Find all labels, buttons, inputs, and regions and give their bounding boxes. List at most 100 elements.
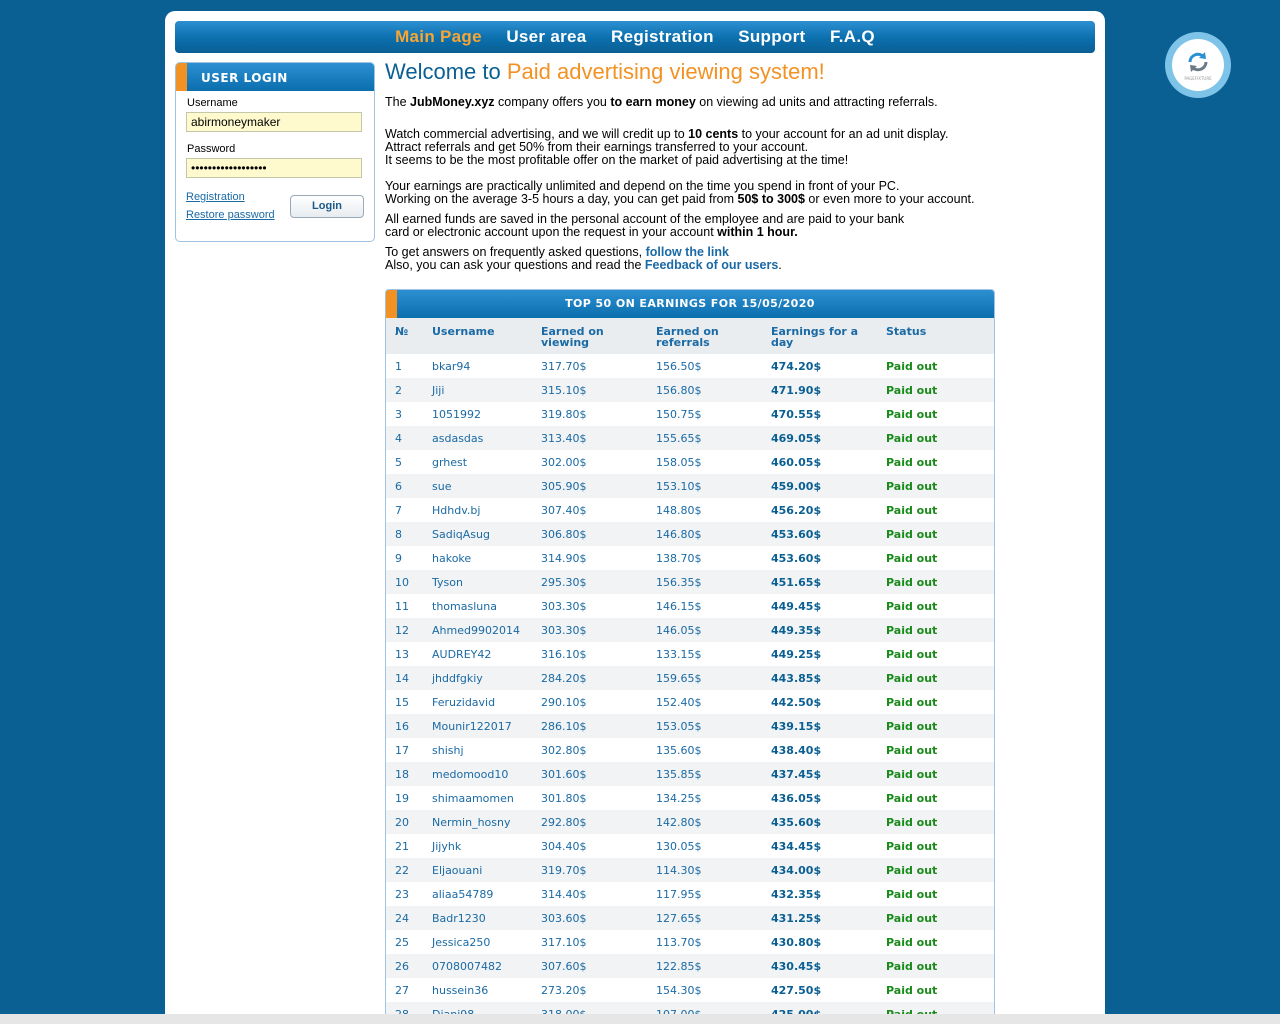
cell-username[interactable]: medomood10 xyxy=(432,768,508,781)
cell-username[interactable]: Ahmed9902014 xyxy=(432,624,520,637)
restore-password-link[interactable]: Restore password xyxy=(186,209,275,221)
username-input[interactable] xyxy=(186,112,362,132)
cell-status: Paid out xyxy=(886,816,938,829)
cell-earned-viewing: 301.60$ xyxy=(541,768,587,781)
cell-username[interactable]: Hdhdv.bj xyxy=(432,504,480,517)
nav-registration[interactable]: Registration xyxy=(611,21,714,53)
cell-status: Paid out xyxy=(886,936,938,949)
header-accent xyxy=(386,290,397,318)
cell-username[interactable]: Jiji xyxy=(432,384,444,397)
intro-text-b: company offers you xyxy=(494,95,611,109)
cell-earned-referrals: 142.80$ xyxy=(656,816,702,829)
cell-earned-viewing: 303.30$ xyxy=(541,624,587,637)
cell-username[interactable]: jhddfgkiy xyxy=(432,672,483,685)
cell-username[interactable]: hussein36 xyxy=(432,984,488,997)
faq-link[interactable]: follow the link xyxy=(646,245,729,259)
cell-username[interactable]: Tyson xyxy=(432,576,463,589)
table-row: 26 0708007482 307.60$ 122.85$ 430.45$ Paid ou… xyxy=(386,954,994,978)
cell-number: 16 xyxy=(395,720,409,733)
earning-text-b: to your account for an ad unit display. xyxy=(738,127,949,141)
horizontal-scrollbar[interactable] xyxy=(0,1014,1280,1024)
col-earned-referrals: Earned on referrals xyxy=(656,325,719,349)
faq-text-c: . xyxy=(778,258,782,272)
cell-earnings-day: 442.50$ xyxy=(771,696,822,709)
col-status: Status xyxy=(886,325,927,338)
table-row: 5 grhest 302.00$ 158.05$ 460.05$ Paid out xyxy=(386,450,994,474)
cell-username[interactable]: Eljaouani xyxy=(432,864,482,877)
cell-earned-viewing: 292.80$ xyxy=(541,816,587,829)
cell-earned-referrals: 135.85$ xyxy=(656,768,702,781)
cell-username[interactable]: SadiqAsug xyxy=(432,528,490,541)
cell-earnings-day: 430.80$ xyxy=(771,936,822,949)
cell-number: 8 xyxy=(395,528,402,541)
cell-username[interactable]: shishj xyxy=(432,744,464,757)
cell-username[interactable]: thomasluna xyxy=(432,600,497,613)
refresh-icon xyxy=(1188,52,1208,72)
cell-username[interactable]: Nermin_hosny xyxy=(432,816,510,829)
nav-faq[interactable]: F.A.Q xyxy=(830,21,875,53)
cell-earnings-day: 427.50$ xyxy=(771,984,822,997)
page-container: Main Page User area Registration Support… xyxy=(165,11,1105,1024)
nav-user-area[interactable]: User area xyxy=(506,21,586,53)
cell-number: 12 xyxy=(395,624,409,637)
faq-text-a: To get answers on frequently asked quest… xyxy=(385,245,646,259)
feedback-link[interactable]: Feedback of our users xyxy=(645,258,778,272)
password-input[interactable] xyxy=(186,158,362,178)
username-label: Username xyxy=(187,97,238,109)
cell-status: Paid out xyxy=(886,576,938,589)
cell-username[interactable]: asdasdas xyxy=(432,432,483,445)
cell-number: 22 xyxy=(395,864,409,877)
cell-username[interactable]: bkar94 xyxy=(432,360,470,373)
table-row: 3 1051992 319.80$ 150.75$ 470.55$ Paid out xyxy=(386,402,994,426)
cell-earnings-day: 469.05$ xyxy=(771,432,822,445)
cell-number: 5 xyxy=(395,456,402,469)
cell-username[interactable]: Jijyhk xyxy=(432,840,461,853)
login-button[interactable]: Login xyxy=(290,195,364,218)
cell-username[interactable]: aliaa54789 xyxy=(432,888,493,901)
table-row: 2 Jiji 315.10$ 156.80$ 471.90$ Paid out xyxy=(386,378,994,402)
nav-main-page[interactable]: Main Page xyxy=(395,21,482,53)
cell-username[interactable]: grhest xyxy=(432,456,467,469)
login-title: USER LOGIN xyxy=(201,71,288,85)
cell-username[interactable]: hakoke xyxy=(432,552,471,565)
cell-earned-referrals: 146.80$ xyxy=(656,528,702,541)
cell-username[interactable]: sue xyxy=(432,480,451,493)
table-row: 14 jhddfgkiy 284.20$ 159.65$ 443.85$ Paid out xyxy=(386,666,994,690)
cell-username[interactable]: 1051992 xyxy=(432,408,481,421)
cell-earned-viewing: 305.90$ xyxy=(541,480,587,493)
funds-paragraph: All earned funds are saved in the person… xyxy=(385,213,1015,239)
cell-username[interactable]: Mounir122017 xyxy=(432,720,512,733)
cell-earnings-day: 449.45$ xyxy=(771,600,822,613)
cell-earned-referrals: 117.95$ xyxy=(656,888,702,901)
nav-support[interactable]: Support xyxy=(738,21,805,53)
cell-earnings-day: 456.20$ xyxy=(771,504,822,517)
refresh-badge[interactable]: PAGEFIXTURE xyxy=(1165,32,1231,98)
cell-number: 24 xyxy=(395,912,409,925)
table-row: 19 shimaamomen 301.80$ 134.25$ 436.05$ Paid o… xyxy=(386,786,994,810)
cell-username[interactable]: 0708007482 xyxy=(432,960,502,973)
cell-status: Paid out xyxy=(886,384,938,397)
cell-status: Paid out xyxy=(886,768,938,781)
cell-username[interactable]: Jessica250 xyxy=(432,936,490,949)
header-accent xyxy=(176,63,187,91)
cell-earned-viewing: 304.40$ xyxy=(541,840,587,853)
table-row: 4 asdasdas 313.40$ 155.65$ 469.05$ Paid out xyxy=(386,426,994,450)
cell-username[interactable]: Feruzidavid xyxy=(432,696,495,709)
cell-earned-viewing: 319.70$ xyxy=(541,864,587,877)
cell-number: 7 xyxy=(395,504,402,517)
cell-number: 13 xyxy=(395,648,409,661)
cell-number: 21 xyxy=(395,840,409,853)
registration-link[interactable]: Registration xyxy=(186,191,245,203)
unlimited-bold: 50$ to 300$ xyxy=(737,192,805,206)
cell-username[interactable]: Badr1230 xyxy=(432,912,486,925)
table-header: TOP 50 ON EARNINGS FOR 15/05/2020 xyxy=(386,290,994,318)
cell-earned-referrals: 158.05$ xyxy=(656,456,702,469)
badge-text: PAGEFIXTURE xyxy=(1184,76,1212,81)
table-body: 1 bkar94 317.70$ 156.50$ 474.20$ Paid out 2 Jij… xyxy=(386,354,994,1024)
cell-username[interactable]: AUDREY42 xyxy=(432,648,491,661)
cell-earnings-day: 474.20$ xyxy=(771,360,822,373)
funds-bold: within 1 hour. xyxy=(717,225,798,239)
company-name: JubMoney.xyz xyxy=(410,95,495,109)
cell-username[interactable]: shimaamomen xyxy=(432,792,514,805)
table-row: 11 thomasluna 303.30$ 146.15$ 449.45$ Paid ou… xyxy=(386,594,994,618)
